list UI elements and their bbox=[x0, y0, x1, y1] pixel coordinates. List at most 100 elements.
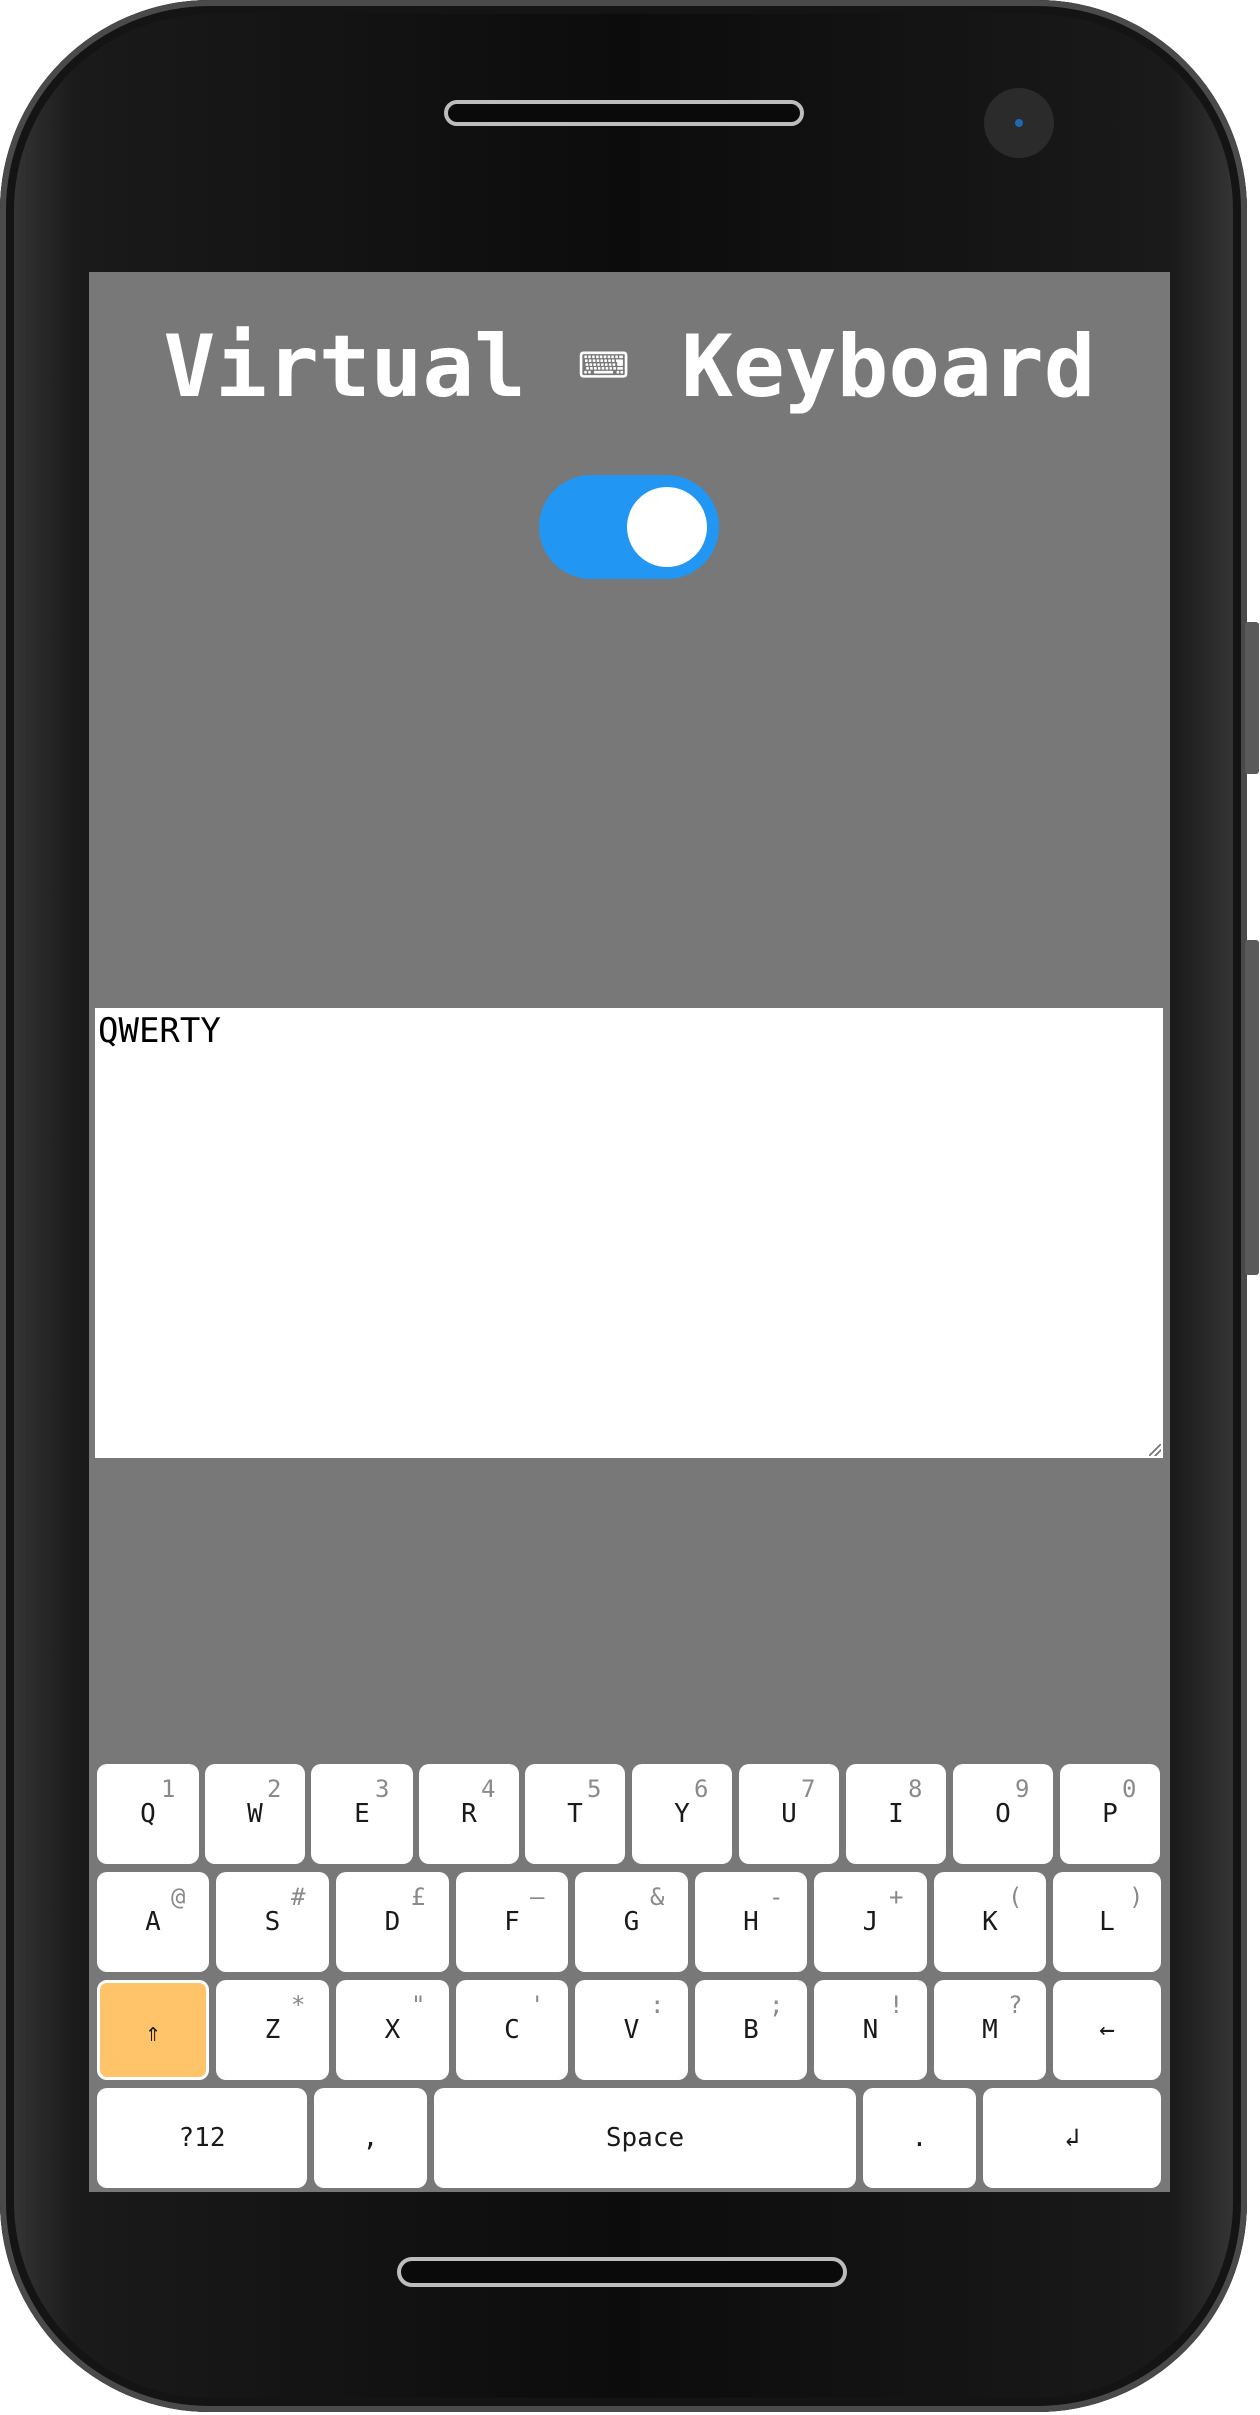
key-label: U bbox=[781, 1799, 797, 1829]
comma-key[interactable]: , bbox=[314, 2088, 427, 2188]
key-t[interactable]: T5 bbox=[525, 1764, 625, 1864]
key-q[interactable]: Q1 bbox=[97, 1764, 199, 1864]
key-v[interactable]: V: bbox=[575, 1980, 688, 2080]
key-alt-label: £ bbox=[411, 1883, 426, 1911]
key-label: G bbox=[623, 1907, 640, 1937]
key-alt-label: * bbox=[291, 1991, 306, 2019]
key-label: R bbox=[461, 1799, 477, 1829]
keyboard-toggle[interactable] bbox=[539, 475, 719, 579]
power-button bbox=[1245, 940, 1259, 1275]
key-alt-label: ? bbox=[1008, 1991, 1023, 2019]
period-key[interactable]: . bbox=[863, 2088, 976, 2188]
key-f[interactable]: F — bbox=[456, 1872, 568, 1972]
key-c[interactable]: C ' bbox=[456, 1980, 568, 2080]
key-alt-label: ; bbox=[769, 1991, 784, 2019]
key-alt-label: ( bbox=[1008, 1883, 1023, 1911]
key-j[interactable]: J + bbox=[814, 1872, 927, 1972]
key-g[interactable]: G & bbox=[575, 1872, 688, 1972]
text-area-value: QWERTY bbox=[98, 1011, 221, 1051]
keyboard-row-4: ?12 , Space . ↲ bbox=[95, 2088, 1163, 2188]
key-b[interactable]: B; bbox=[695, 1980, 807, 2080]
key-alt-label: - bbox=[769, 1883, 784, 1911]
key-alt-label: 9 bbox=[1015, 1775, 1030, 1803]
key-alt-label: ) bbox=[1129, 1883, 1144, 1911]
key-n[interactable]: N! bbox=[814, 1980, 927, 2080]
key-o[interactable]: O9 bbox=[953, 1764, 1053, 1864]
key-alt-label: ' bbox=[530, 1991, 545, 2019]
key-l[interactable]: L) bbox=[1053, 1872, 1161, 1972]
key-alt-label: — bbox=[530, 1883, 545, 1911]
key-r[interactable]: R4 bbox=[419, 1764, 519, 1864]
keyboard-row-3: ⇑ Z * X " C ' V: B; N! M? ← bbox=[95, 1980, 1163, 2080]
volume-button bbox=[1245, 622, 1259, 774]
key-label: H bbox=[743, 1907, 759, 1937]
page-title: Virtual ⌨ Keyboard bbox=[163, 317, 1096, 417]
key-label: A bbox=[145, 1907, 161, 1937]
key-label: N bbox=[862, 2015, 879, 2045]
key-y[interactable]: Y6 bbox=[632, 1764, 732, 1864]
key-label: B bbox=[743, 2015, 759, 2045]
key-label: S bbox=[264, 1907, 281, 1937]
backspace-key[interactable]: ← bbox=[1053, 1980, 1161, 2080]
key-label: J bbox=[862, 1907, 879, 1937]
key-label: C bbox=[504, 2015, 520, 2045]
key-x[interactable]: X " bbox=[336, 1980, 449, 2080]
key-w[interactable]: W2 bbox=[205, 1764, 305, 1864]
key-label: , bbox=[362, 2123, 379, 2153]
backspace-icon: ← bbox=[1099, 2015, 1115, 2045]
key-alt-label: 0 bbox=[1122, 1775, 1137, 1803]
key-label: O bbox=[995, 1799, 1011, 1829]
key-label: D bbox=[384, 1907, 401, 1937]
key-i[interactable]: I8 bbox=[846, 1764, 946, 1864]
key-alt-label: # bbox=[291, 1883, 306, 1911]
key-label: X bbox=[384, 2015, 401, 2045]
key-a[interactable]: A @ bbox=[97, 1872, 209, 1972]
key-label: E bbox=[354, 1799, 370, 1829]
key-d[interactable]: D £ bbox=[336, 1872, 449, 1972]
key-label: P bbox=[1102, 1799, 1118, 1829]
shift-icon: ⇑ bbox=[145, 2018, 161, 2048]
key-alt-label: : bbox=[650, 1991, 665, 2019]
key-h[interactable]: H- bbox=[695, 1872, 807, 1972]
phone-frame: Virtual ⌨ Keyboard QWERTY Q1 W2 E3 R4 T5… bbox=[0, 0, 1259, 2412]
earpiece-speaker bbox=[444, 100, 804, 126]
front-camera bbox=[984, 88, 1054, 158]
key-e[interactable]: E3 bbox=[311, 1764, 413, 1864]
key-label: I bbox=[888, 1799, 904, 1829]
key-label: T bbox=[567, 1799, 583, 1829]
key-z[interactable]: Z * bbox=[216, 1980, 329, 2080]
shift-key[interactable]: ⇑ bbox=[97, 1980, 209, 2080]
key-alt-label: ! bbox=[889, 1991, 904, 2019]
resize-handle-icon[interactable] bbox=[1149, 1444, 1161, 1456]
key-label: M bbox=[982, 2015, 998, 2045]
key-label: K bbox=[982, 1907, 998, 1937]
key-label: Y bbox=[674, 1799, 690, 1829]
key-u[interactable]: U7 bbox=[739, 1764, 839, 1864]
bottom-speaker bbox=[397, 2257, 847, 2287]
key-s[interactable]: S # bbox=[216, 1872, 329, 1972]
key-m[interactable]: M? bbox=[934, 1980, 1046, 2080]
key-alt-label: + bbox=[889, 1883, 904, 1911]
key-alt-label: 2 bbox=[267, 1775, 282, 1803]
key-label: Z bbox=[264, 2015, 281, 2045]
symbols-key[interactable]: ?12 bbox=[97, 2088, 307, 2188]
screen: Virtual ⌨ Keyboard QWERTY Q1 W2 E3 R4 T5… bbox=[89, 272, 1170, 2192]
key-label: F bbox=[504, 1907, 520, 1937]
key-alt-label: 8 bbox=[908, 1775, 923, 1803]
enter-key[interactable]: ↲ bbox=[983, 2088, 1161, 2188]
key-alt-label: & bbox=[650, 1883, 665, 1911]
key-p[interactable]: P0 bbox=[1060, 1764, 1160, 1864]
key-label: ?12 bbox=[178, 2123, 226, 2153]
text-area[interactable]: QWERTY bbox=[95, 1008, 1163, 1458]
key-alt-label: 3 bbox=[375, 1775, 390, 1803]
space-key[interactable]: Space bbox=[434, 2088, 856, 2188]
key-label: . bbox=[911, 2123, 928, 2153]
keyboard-row-1: Q1 W2 E3 R4 T5 Y6 U7 I8 O9 P0 bbox=[95, 1764, 1163, 1864]
key-label: W bbox=[247, 1799, 263, 1829]
key-alt-label: 7 bbox=[801, 1775, 816, 1803]
enter-icon: ↲ bbox=[1064, 2123, 1080, 2153]
key-k[interactable]: K( bbox=[934, 1872, 1046, 1972]
key-label: L bbox=[1099, 1907, 1115, 1937]
key-alt-label: " bbox=[411, 1991, 426, 2019]
key-alt-label: 1 bbox=[161, 1775, 176, 1803]
